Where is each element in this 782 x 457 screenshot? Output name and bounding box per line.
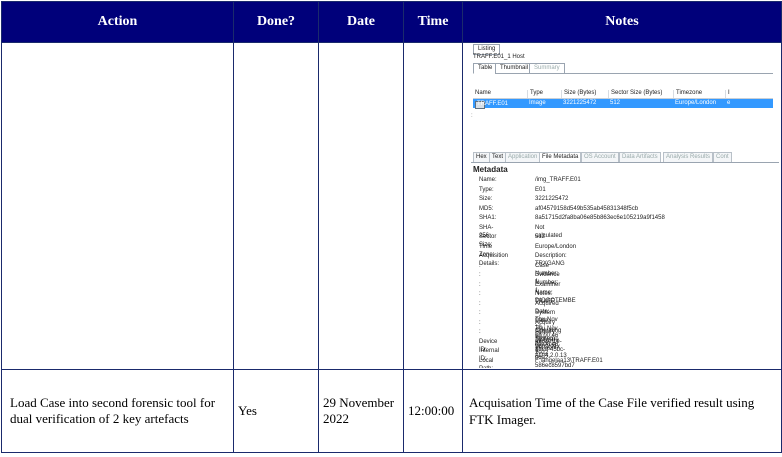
tab-os-account: OS Account	[581, 152, 619, 162]
row-extra: e	[727, 100, 731, 106]
col-size: Size (Bytes)	[561, 90, 596, 98]
metadata-key: Local Path:	[479, 357, 494, 369]
metadata-key: :	[479, 310, 481, 316]
table-row: Listing TRAFF.E01_1 Host Table Thumbnail…	[1, 42, 782, 370]
metadata-key: Type:	[479, 186, 494, 193]
metadata-value: af04579158d549b535ab45831348f5cb	[535, 205, 639, 212]
host-path-label: TRAFF.E01_1 Host	[473, 54, 525, 60]
col-timezone: Timezone	[673, 90, 702, 98]
col-type: Type	[527, 90, 543, 98]
tab-text: Text	[489, 152, 507, 162]
metadata-key: :	[479, 319, 481, 326]
time-cell: 12:00:00	[403, 369, 463, 453]
metadata-value: F:\angelaa13\TRAFF.E01	[535, 357, 603, 364]
metadata-key: :	[479, 262, 481, 269]
metadata-value: E01	[535, 186, 546, 193]
metadata-key: SHA1:	[479, 215, 497, 221]
row-size: 3221225472	[563, 100, 597, 106]
metadata-value: /img_TRAFF.E01	[535, 177, 581, 183]
metadata-key: Acquisition Details:	[479, 253, 509, 267]
done-cell	[233, 42, 319, 370]
listing-grid-header: Name Type Size (Bytes) Sector Size (Byte…	[473, 89, 773, 99]
metadata-key: MD5:	[479, 205, 494, 212]
metadata-key: :	[479, 281, 481, 288]
case-log-table: Action Done? Date Time Notes Listing TRA…	[1, 1, 782, 453]
time-cell	[403, 42, 463, 370]
splitter-dots: :	[471, 113, 473, 119]
done-cell: Yes	[233, 369, 319, 453]
view-tab-bar: Table Thumbnail Summary	[473, 63, 773, 74]
metadata-value: 3221225472	[535, 196, 569, 202]
metadata-value: 512	[535, 234, 546, 240]
autopsy-screenshot: Listing TRAFF.E01_1 Host Table Thumbnail…	[471, 43, 779, 368]
tab-analysis-results: Analysis Results	[663, 152, 714, 162]
notes-cell: Acquisation Time of the Case File verifi…	[462, 369, 782, 453]
tab-file-metadata: File Metadata	[539, 152, 582, 162]
col-name: Name	[475, 90, 492, 96]
tab-data-artifacts: Data Artifacts	[619, 152, 661, 162]
tab-hex: Hex	[473, 152, 490, 162]
col-extra: I	[725, 90, 730, 98]
tab-application: Application	[505, 152, 541, 162]
tab-thumbnail: Thumbnail	[495, 63, 534, 74]
metadata-title: Metadata	[473, 165, 508, 174]
row-type: Image	[529, 100, 546, 106]
metadata-key: Size:	[479, 196, 493, 202]
content-viewer-tabs: Hex Text Application File Metadata OS Ac…	[471, 152, 779, 163]
action-cell: Load Case into second forensic tool for …	[1, 369, 234, 453]
action-cell	[1, 42, 234, 370]
metadata-key: :	[479, 272, 481, 278]
listing-selected-row: TRAFF.E01 Image 3221225472 512 Europe/Lo…	[473, 99, 773, 109]
notes-screenshot-cell: Listing TRAFF.E01_1 Host Table Thumbnail…	[462, 42, 782, 370]
metadata-key: :	[479, 291, 481, 297]
tab-summary: Summary	[529, 63, 565, 74]
tab-context: Cont	[713, 152, 732, 162]
metadata-value: 8a51715d2fa8ba06e85b863ec6e105219a9f1458	[535, 215, 665, 221]
row-sector-size: 512	[610, 100, 621, 106]
tab-table: Table	[473, 63, 498, 74]
header-time: Time	[403, 1, 463, 43]
metadata-value: Europe/London	[535, 243, 577, 250]
metadata-key: :	[479, 329, 481, 335]
header-row: Action Done? Date Time Notes	[1, 1, 782, 43]
col-sector-size: Sector Size (Bytes)	[608, 90, 662, 98]
date-cell: 29 November 2022	[318, 369, 404, 453]
header-done: Done?	[233, 1, 319, 43]
metadata-key: :	[479, 300, 481, 307]
date-cell	[318, 42, 404, 370]
metadata-value: 1	[535, 348, 539, 354]
row-timezone: Europe/London	[675, 100, 717, 106]
header-action: Action	[1, 1, 234, 43]
header-notes: Notes	[462, 1, 782, 43]
header-date: Date	[318, 1, 404, 43]
table-row: Load Case into second forensic tool for …	[1, 369, 782, 453]
metadata-key: Name:	[479, 177, 497, 183]
row-name: TRAFF.E01	[477, 101, 509, 107]
